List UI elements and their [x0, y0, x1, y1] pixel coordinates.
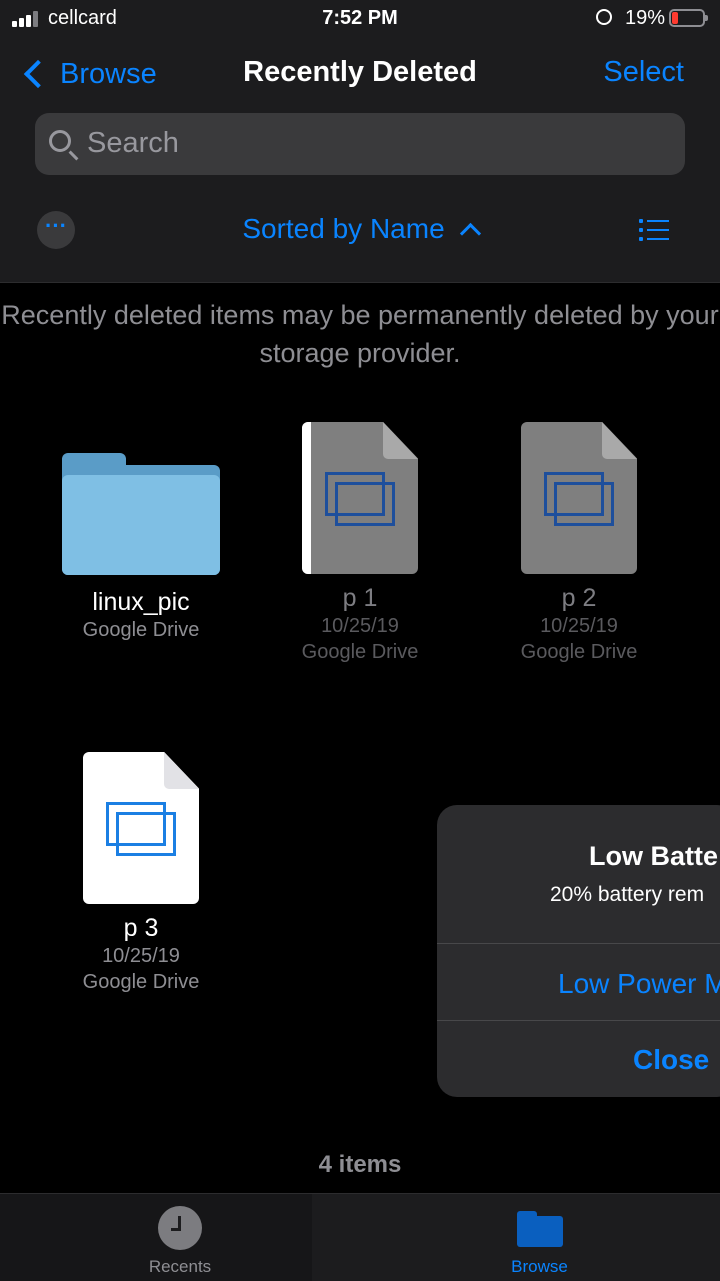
grid-item-p3[interactable]: p 3 10/25/19 Google Drive: [51, 752, 231, 995]
grid-item-p1[interactable]: p 1 10/25/19 Google Drive: [270, 422, 450, 665]
grid-item-linux-pic[interactable]: linux_pic Google Drive: [51, 453, 231, 643]
item-location: Google Drive: [82, 619, 200, 641]
status-time: 7:52 PM: [322, 7, 398, 29]
search-field[interactable]: Search: [35, 113, 685, 175]
item-name: linux_pic: [92, 588, 190, 616]
folder-icon: [517, 1211, 563, 1247]
rotation-lock-icon: [596, 9, 612, 25]
document-icon: [302, 422, 418, 574]
tab-label: Browse: [511, 1257, 568, 1276]
tab-recents[interactable]: Recents: [0, 1194, 312, 1281]
alert-message: 20% battery rem: [550, 883, 705, 906]
sort-button[interactable]: Sorted by Name: [0, 213, 720, 245]
battery-icon: [669, 9, 708, 27]
item-location: Google Drive: [82, 971, 200, 993]
sort-label: Sorted by Name: [242, 213, 445, 244]
select-button[interactable]: Select: [603, 56, 684, 89]
item-name: p 2: [561, 584, 597, 612]
search-icon: [49, 130, 71, 152]
alert-divider: [437, 1020, 720, 1021]
search-placeholder: Search: [87, 127, 179, 159]
document-icon: [521, 422, 637, 574]
status-bar: cellcard 7:52 PM 19%: [0, 0, 720, 38]
item-location: Google Drive: [520, 641, 638, 663]
deletion-notice: Recently deleted items may be permanentl…: [1, 300, 719, 368]
item-date: 10/25/19: [102, 945, 180, 967]
tab-bar: Recents Browse: [0, 1193, 720, 1281]
close-button[interactable]: Close: [633, 1044, 709, 1076]
item-name: p 1: [342, 584, 378, 612]
battery-percentage: 19%: [625, 7, 666, 29]
alert-divider: [437, 943, 720, 944]
folder-icon: [62, 453, 220, 575]
item-name: p 3: [123, 914, 159, 942]
alert-title: Low Batte: [589, 841, 719, 871]
document-icon: [83, 752, 199, 904]
item-date: 10/25/19: [321, 615, 399, 637]
tab-browse[interactable]: Browse: [312, 1194, 720, 1281]
grid-item-p2[interactable]: p 2 10/25/19 Google Drive: [489, 422, 669, 665]
item-location: Google Drive: [301, 641, 419, 663]
clock-icon: [158, 1206, 202, 1250]
low-power-mode-button[interactable]: Low Power M: [558, 968, 720, 1000]
low-battery-alert: Low Batte 20% battery rem Low Power M Cl…: [437, 805, 720, 1097]
item-date: 10/25/19: [540, 615, 618, 637]
chevron-up-icon: [459, 222, 481, 245]
item-count: 4 items: [318, 1151, 402, 1178]
header-bar: cellcard 7:52 PM 19% Browse Recently Del…: [0, 0, 720, 283]
list-view-icon[interactable]: [639, 218, 669, 242]
tab-label: Recents: [148, 1257, 212, 1276]
